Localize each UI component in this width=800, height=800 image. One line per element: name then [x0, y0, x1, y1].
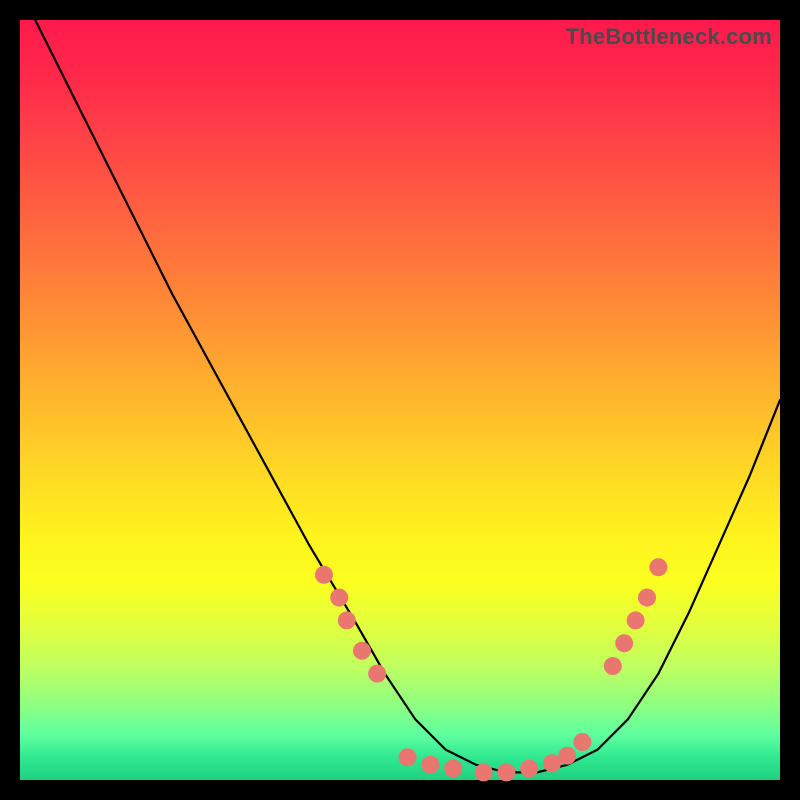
- curve-marker: [520, 760, 538, 778]
- curve-marker: [649, 558, 667, 576]
- curve-marker: [368, 665, 386, 683]
- curve-marker: [399, 748, 417, 766]
- curve-marker: [497, 763, 515, 781]
- curve-marker: [330, 589, 348, 607]
- curve-layer: [20, 20, 780, 780]
- curve-marker: [421, 756, 439, 774]
- bottleneck-curve: [35, 20, 780, 772]
- plot-area: TheBottleneck.com: [20, 20, 780, 780]
- curve-marker: [615, 634, 633, 652]
- curve-marker: [338, 611, 356, 629]
- curve-marker: [604, 657, 622, 675]
- curve-marker: [353, 642, 371, 660]
- curve-marker: [315, 566, 333, 584]
- curve-marker: [558, 747, 576, 765]
- curve-marker: [638, 589, 656, 607]
- curve-marker: [475, 763, 493, 781]
- curve-marker: [444, 760, 462, 778]
- curve-markers: [315, 558, 667, 781]
- chart-frame: TheBottleneck.com: [0, 0, 800, 800]
- curve-marker: [627, 611, 645, 629]
- curve-marker: [573, 733, 591, 751]
